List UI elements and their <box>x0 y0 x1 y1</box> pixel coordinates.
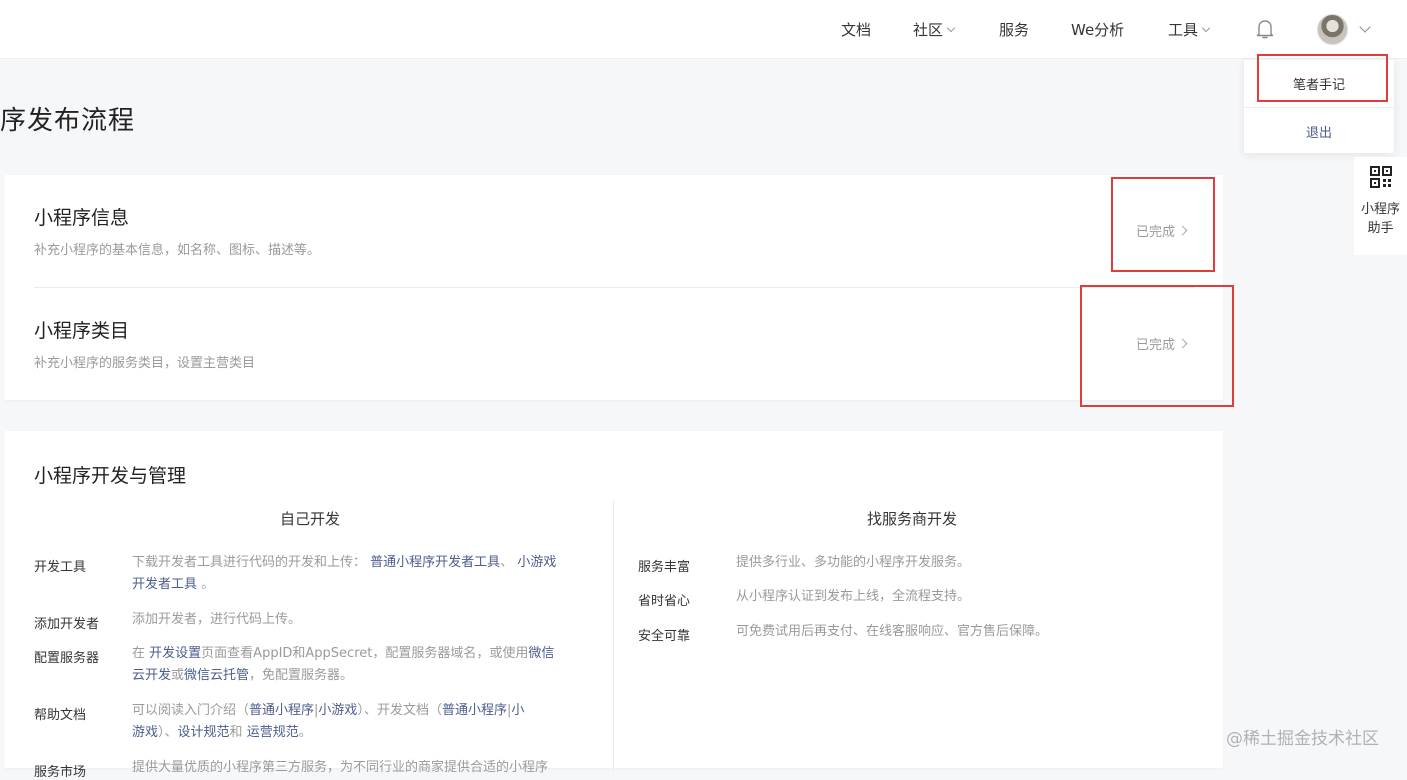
row-label: 安全可靠 <box>638 629 691 644</box>
nav-services-label: 服务 <box>999 21 1030 39</box>
row-label: 服务丰富 <box>638 560 691 575</box>
highlight-box <box>1257 54 1388 102</box>
top-nav-bar: 文档 社区 服务 We分析 工具 <box>0 0 1407 59</box>
nav-tools[interactable]: 工具 <box>1168 0 1211 59</box>
text-segment: 下载开发者工具进行代码的开发和上传： <box>132 555 367 570</box>
row-text: 可免费试用后再支付、在线客服响应、官方售后保障。 <box>736 624 1049 639</box>
nav-docs-label: 文档 <box>841 21 872 39</box>
row-label: 帮助文档 <box>34 708 87 723</box>
link-design-guide[interactable]: 设计规范 <box>178 725 230 740</box>
text-segment: 在 <box>132 646 146 661</box>
link-intro-game[interactable]: 小游戏 <box>318 703 357 718</box>
text-segment: 可以阅读入门介绍（ <box>132 703 250 718</box>
row-text: 从小程序认证到发布上线，全流程支持。 <box>736 589 971 604</box>
row-label: 配置服务器 <box>34 651 100 666</box>
watermark: @稀土掘金技术社区 <box>1226 729 1379 749</box>
helper-label-line1: 小程序 <box>1360 202 1400 217</box>
column-divider <box>613 501 614 771</box>
nav-docs[interactable]: 文档 <box>841 0 871 59</box>
highlight-box <box>1111 177 1215 272</box>
nav-we-analytics-label: We分析 <box>1071 21 1125 39</box>
row-text: 提供多行业、多功能的小程序开发服务。 <box>736 555 971 570</box>
chevron-down-icon <box>1201 23 1211 32</box>
steps-card: 小程序信息 补充小程序的基本信息，如名称、图标、描述等。 已完成 小程序类目 补… <box>4 175 1223 400</box>
step-title: 小程序类目 <box>34 320 130 342</box>
section-title: 小程序开发与管理 <box>34 465 187 487</box>
link-mp-devtools[interactable]: 普通小程序开发者工具 <box>370 555 500 570</box>
text-segment: 和 <box>229 725 243 740</box>
row-label: 省时省心 <box>638 594 691 609</box>
user-avatar[interactable] <box>1317 14 1348 45</box>
link-docs-mp[interactable]: 普通小程序 <box>442 703 507 718</box>
page-title: 序发布流程 <box>0 106 136 136</box>
link-game-devtools-part1[interactable]: 小游戏 <box>517 555 556 570</box>
bell-icon[interactable] <box>1255 18 1275 40</box>
dev-management-card: 小程序开发与管理 自己开发 找服务商开发 开发工具 下载开发者工具进行代码的开发… <box>4 431 1223 780</box>
step-title: 小程序信息 <box>34 207 130 229</box>
text-segment: 。 <box>298 725 312 740</box>
row-text: 可以阅读入门介绍（普通小程序|小游戏）、开发文档（普通小程序|小 游戏）、设计规范… <box>132 700 594 744</box>
row-text: 在 开发设置页面查看AppID和AppSecret，配置服务器域名，或使用微信云… <box>132 643 594 687</box>
text-segment: 、 <box>500 555 514 570</box>
link-cloud-dev-part2[interactable]: 云开发 <box>132 668 171 683</box>
row-text: 下载开发者工具进行代码的开发和上传： 普通小程序开发者工具、 小游戏 开发者工具 … <box>132 552 594 596</box>
text-segment: ，免配置服务器。 <box>249 668 354 683</box>
row-text: 添加开发者，进行代码上传。 <box>132 612 302 627</box>
link-docs-game-part2[interactable]: 游戏 <box>132 725 158 740</box>
row-label: 服务市场 <box>34 765 87 780</box>
text-segment: 页面查看AppID和AppSecret，配置服务器域名，或使用 <box>201 646 529 661</box>
row-divider <box>34 287 1194 288</box>
qr-code-icon <box>1369 166 1392 188</box>
menu-divider <box>1244 107 1394 108</box>
link-docs-game-part1[interactable]: 小 <box>511 703 524 718</box>
chevron-down-icon[interactable] <box>1359 21 1371 33</box>
link-cloud-dev-part1[interactable]: 微信 <box>528 646 554 661</box>
link-dev-settings[interactable]: 开发设置 <box>149 646 201 661</box>
highlight-box <box>1080 285 1234 407</box>
link-operation-guide[interactable]: 运营规范 <box>247 725 299 740</box>
link-cloud-hosting[interactable]: 微信云托管 <box>184 668 249 683</box>
helper-label-line2: 助手 <box>1367 221 1394 236</box>
nav-community[interactable]: 社区 <box>913 0 956 59</box>
nav-services[interactable]: 服务 <box>999 0 1029 59</box>
nav-tools-label: 工具 <box>1168 21 1199 39</box>
mini-program-helper[interactable]: 小程序 助手 <box>1354 157 1407 255</box>
row-label: 开发工具 <box>34 560 87 575</box>
row-label: 添加开发者 <box>34 617 100 632</box>
text-segment: ）、开发文档（ <box>357 703 442 718</box>
step-desc: 补充小程序的服务类目，设置主营类目 <box>34 356 256 371</box>
link-game-devtools-part2[interactable]: 开发者工具 <box>132 577 197 592</box>
row-text: 提供大量优质的小程序第三方服务，为不同行业的商家提供合适的小程序 <box>132 760 549 775</box>
step-desc: 补充小程序的基本信息，如名称、图标、描述等。 <box>34 243 321 258</box>
text-segment: ）、 <box>158 725 178 740</box>
text-segment: 或 <box>171 668 185 683</box>
link-intro-mp[interactable]: 普通小程序 <box>249 703 314 718</box>
vendor-dev-heading: 找服务商开发 <box>867 510 958 528</box>
text-segment: 。 <box>201 577 215 592</box>
self-dev-heading: 自己开发 <box>280 510 341 528</box>
nav-community-label: 社区 <box>913 21 944 39</box>
chevron-down-icon <box>946 23 956 32</box>
menu-item-logout[interactable]: 退出 <box>1244 122 1394 141</box>
nav-we-analytics[interactable]: We分析 <box>1071 0 1124 59</box>
